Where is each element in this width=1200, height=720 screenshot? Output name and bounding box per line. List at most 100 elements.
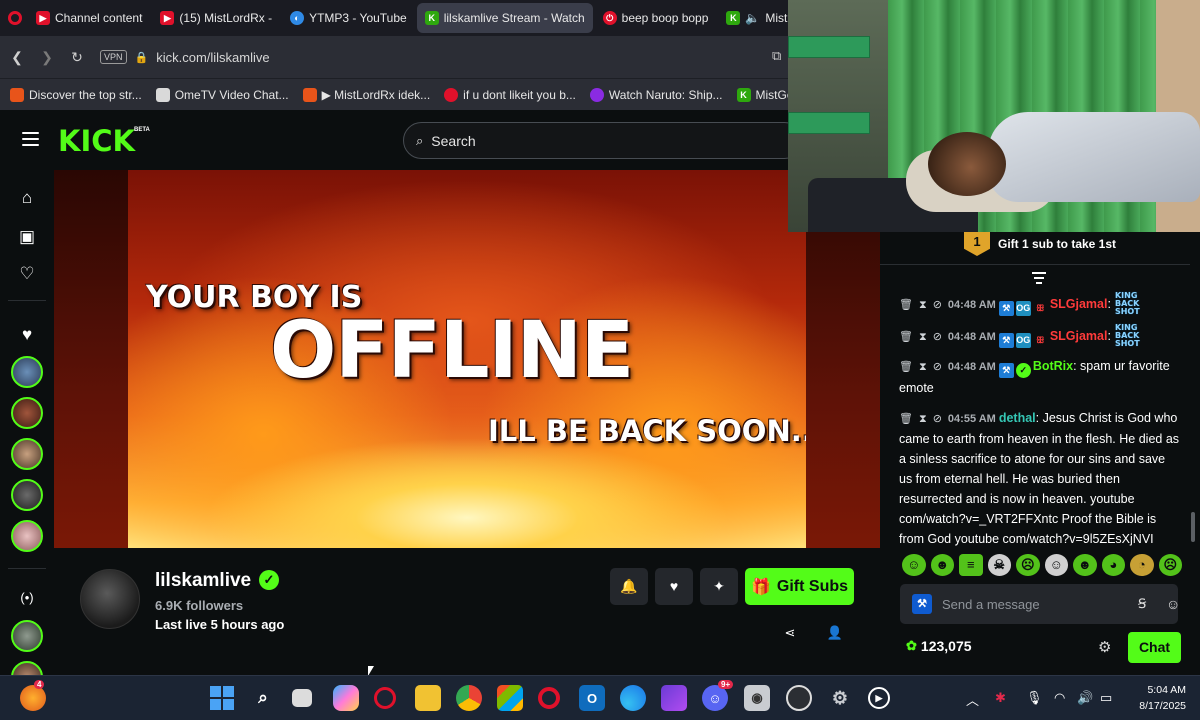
share-icon[interactable]: ⋖ [781,624,799,642]
bookmark-item[interactable]: Watch Naruto: Ship... [589,87,723,102]
follow-heart-button[interactable]: ♥ [655,568,693,605]
hamburger-menu-icon[interactable] [22,132,39,146]
emote-button[interactable]: ☺ [1044,554,1068,576]
taskbar-clock[interactable]: 5:04 AM 8/17/2025 [1128,682,1186,714]
task-view-icon[interactable] [292,689,312,707]
media-player-icon[interactable]: ▶ [868,687,890,709]
settings-icon[interactable]: ⚙ [827,685,853,711]
chat-username[interactable]: SLGjamal [1050,329,1108,343]
emote-button[interactable]: ◕ [1101,554,1125,576]
followed-channel-avatar[interactable] [11,438,43,470]
heart-filled-icon[interactable]: ♥ [17,325,37,345]
ban-icon[interactable]: ⊘ [933,357,942,377]
tab-beep-boop[interactable]: ⏻ beep boop bopp [595,3,717,33]
sparkle-button[interactable]: ✦ [700,568,738,605]
following-heart-icon[interactable]: ♡ [17,264,37,284]
url-field[interactable]: 🔒 kick.com/lilskamlive [135,50,270,65]
search-input[interactable]: ⌕ Search [403,122,803,159]
chat-username[interactable]: BotRix [1033,359,1073,373]
channel-name[interactable]: lilskamlive [155,570,251,592]
bookmark-item[interactable]: if u dont likeit you b... [444,87,576,102]
emote-button[interactable]: ≡ [959,554,983,576]
video-player[interactable]: YOUR BOY IS OFFLINE ILL BE BACK SOON.... [54,170,880,548]
tab-mistgodrx[interactable]: K🔈MistGodRx St [718,3,790,33]
tray-chevron-icon[interactable]: ︿ [966,690,979,709]
delete-icon[interactable]: 🗑 [899,357,913,377]
tab-ytmp3[interactable]: ◐ YTMP3 - YouTube [282,3,415,33]
bookmark-item[interactable]: ▶ MistLordRx idek... [302,87,430,102]
bookmark-item[interactable]: Discover the top str... [10,87,142,102]
delete-icon[interactable]: 🗑 [899,409,913,429]
tab-channel-content[interactable]: ▶ Channel content [28,3,150,33]
bookmark-item[interactable]: OmeTV Video Chat... [155,87,289,102]
speaker-icon[interactable]: 🔈 [745,11,760,25]
live-broadcast-icon[interactable]: (•) [17,588,37,608]
file-explorer-icon[interactable] [415,685,441,711]
edge-icon[interactable] [620,685,646,711]
camera-icon[interactable]: ◉ [744,685,770,711]
ban-icon[interactable]: ⊘ [933,295,942,315]
vpn-badge[interactable]: VPN [100,50,127,64]
chat-filter-icon[interactable] [1032,272,1046,284]
emoji-picker-icon[interactable]: ☺ [1166,596,1180,612]
chat-username[interactable]: SLGjamal [1050,297,1108,311]
taskbar-search-icon[interactable]: ⌕ [250,685,276,711]
firefox-icon[interactable] [20,685,46,711]
followed-channel-avatar[interactable] [11,520,43,552]
copilot-icon[interactable] [333,685,359,711]
moderator-sword-icon[interactable]: ⚒ [912,594,932,614]
kick-logo[interactable]: KICK [58,124,135,158]
channel-avatar[interactable] [80,569,140,629]
obs-icon[interactable] [786,685,812,711]
gift-subs-button[interactable]: 🎁 Gift Subs [745,568,854,605]
emote-button[interactable]: ☹ [1158,554,1182,576]
emote-button[interactable]: ☹ [1016,554,1040,576]
text-format-icon[interactable]: Ꞩ [1138,596,1146,612]
emote-button[interactable]: ☠ [987,554,1011,576]
ban-icon[interactable]: ⊘ [933,409,942,429]
followed-channel-avatar[interactable] [11,479,43,511]
back-arrow-icon[interactable]: ❮ [10,49,24,66]
delete-icon[interactable]: 🗑 [899,295,913,315]
user-add-icon[interactable]: 👤 [826,624,844,642]
chat-settings-gear-icon[interactable]: ⚙ [1098,638,1111,656]
home-icon[interactable]: ⌂ [17,188,37,208]
timeout-icon[interactable]: ⧗ [919,295,927,315]
snapshot-icon[interactable]: ⧉ [772,48,781,64]
delete-icon[interactable]: 🗑 [899,327,913,347]
browse-icon[interactable]: ▣ [17,227,37,247]
chat-send-button[interactable]: Chat [1128,632,1181,663]
timeout-icon[interactable]: ⧗ [919,409,927,429]
gift-leaderboard-pinned[interactable]: 1 Gift 1 sub to take 1st [964,232,1116,256]
opera-icon[interactable] [538,687,560,709]
timeout-icon[interactable]: ⧗ [919,327,927,347]
chat-username[interactable]: dethal [999,411,1036,425]
followed-channel-avatar[interactable] [11,397,43,429]
chrome-icon[interactable] [456,685,482,711]
volume-icon[interactable]: 🔊 [1077,690,1093,706]
forward-arrow-icon[interactable]: ❯ [40,49,54,66]
tab-mistlordrx[interactable]: ▶ (15) MistLordRx - [152,3,280,33]
emote-button[interactable]: ☻ [930,554,954,576]
emote-button[interactable]: ◔ [1130,554,1154,576]
windows-start-icon[interactable] [209,685,235,711]
timeout-icon[interactable]: ⧗ [919,357,927,377]
clipchamp-icon[interactable] [661,685,687,711]
tab-lilskamlive-active[interactable]: Klilskamlive Stream - Watch [416,3,593,33]
emote-button[interactable]: ☺ [902,554,926,576]
notification-bell-button[interactable]: 🔔 [610,568,648,605]
tray-app-icon[interactable]: ✱ [995,690,1006,706]
channel-points[interactable]: ✿ 123,075 [906,638,972,654]
opera-logo-icon[interactable] [8,11,22,25]
emote-button[interactable]: ☻ [1073,554,1097,576]
opera-gx-icon[interactable] [374,687,396,709]
followed-channel-avatar[interactable] [11,356,43,388]
recommended-channel-avatar[interactable] [11,620,43,652]
send-message-input[interactable]: ⚒ Send a message Ꞩ ☺ [900,584,1180,624]
microphone-icon[interactable]: 🎙 [1026,690,1043,706]
chat-scrollbar[interactable] [1191,512,1195,542]
outlook-icon[interactable]: O [579,685,605,711]
reload-icon[interactable]: ↻ [70,49,84,66]
battery-icon[interactable]: ▭ [1100,690,1112,706]
bookmark-item[interactable]: KMistGodR [736,87,790,102]
